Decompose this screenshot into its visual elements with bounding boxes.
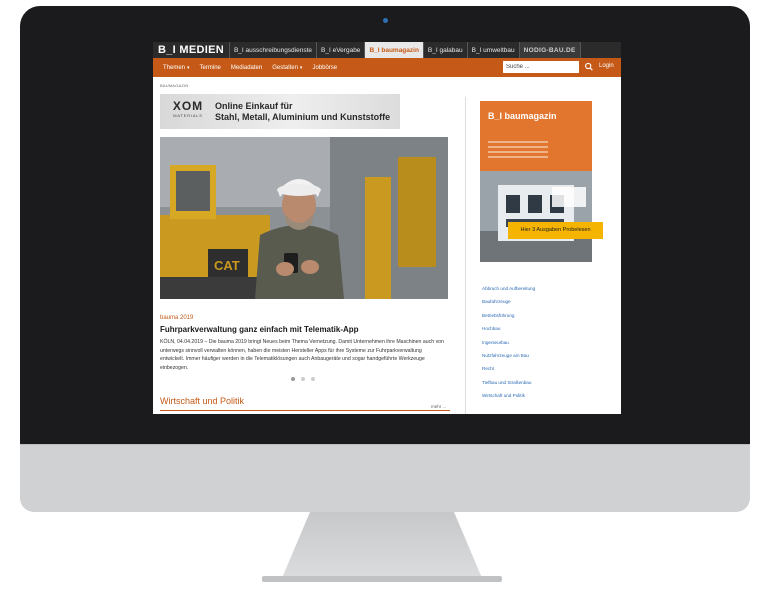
ad-headline-line2: Stahl, Metall, Aluminium und Kunststoffe [215, 112, 391, 122]
xom-logo: XOM MATERIALS [170, 99, 206, 119]
category-link-betriebsfuehrung[interactable]: Betriebsführung [482, 312, 535, 325]
more-link[interactable]: mehr ... [431, 404, 446, 409]
brand-bar: B_I MEDIEN B_I ausschreibungsdienste B_I… [153, 42, 621, 58]
search-input[interactable] [503, 61, 579, 73]
category-list: Abbruch und Aufbereitung Baufahrzeuge Be… [482, 285, 535, 406]
login-link[interactable]: Login [599, 63, 614, 69]
category-link-ingenieurbau[interactable]: Ingenieurbau [482, 339, 535, 352]
nav-item-themen[interactable]: Themen ▾ [153, 65, 195, 71]
trial-issues-button[interactable]: Hier 3 Ausgaben Probelesen [508, 222, 603, 239]
article-kicker[interactable]: bauma 2019 [160, 315, 193, 321]
category-link-recht[interactable]: Recht [482, 365, 535, 378]
ad-headline-line1: Online Einkauf für [215, 101, 293, 111]
nav-item-jobboerse[interactable]: Jobbörse [307, 65, 342, 71]
brand-main-link[interactable]: B_I MEDIEN [153, 42, 230, 58]
nav-item-termine[interactable]: Termine [195, 65, 226, 71]
xom-logo-text: XOM [172, 99, 204, 113]
svg-text:CAT: CAT [214, 258, 240, 273]
nav-item-gestalten[interactable]: Gestalten ▾ [267, 65, 307, 71]
main-navigation: Themen ▾ Termine Mediadaten Gestalten ▾ … [153, 58, 621, 77]
chevron-down-icon: ▾ [187, 64, 190, 71]
monitor-stand [282, 512, 482, 578]
carousel-dot[interactable] [291, 377, 295, 381]
webcam-icon [383, 18, 388, 23]
nav-item-label: Mediadaten [230, 64, 263, 71]
xom-logo-subtext: MATERIALS [173, 113, 203, 118]
nav-item-label: Termine [199, 64, 221, 71]
monitor-stand-base [262, 576, 502, 582]
article-teaser: KÖLN, 04.04.2019 – Die bauma 2019 bringt… [160, 339, 444, 371]
nav-item-label: Themen [163, 64, 186, 71]
category-link-abbruch[interactable]: Abbruch und Aufbereitung [482, 285, 535, 298]
chevron-down-icon: ▾ [299, 64, 303, 71]
column-divider [465, 97, 466, 414]
brand-link-baumagazin[interactable]: B_I baumagazin [365, 42, 424, 58]
nodig-bau-logo[interactable]: NODIG-BAU.DE [519, 42, 581, 58]
magazine-cover-building-image [480, 171, 592, 262]
nav-item-mediadaten[interactable]: Mediadaten [226, 65, 267, 71]
breadcrumb[interactable]: BAUMAGAZIN [160, 83, 188, 88]
magazine-cover-badge [552, 187, 586, 207]
nav-item-label: Jobbörse [312, 64, 338, 71]
article-headline[interactable]: Fuhrparkverwaltung ganz einfach mit Tele… [160, 325, 359, 334]
hero-article-image[interactable]: CAT [160, 137, 448, 299]
website-screen: B_I MEDIEN B_I ausschreibungsdienste B_I… [153, 42, 621, 414]
category-link-tiefbau[interactable]: Tiefbau und Straßenbau [482, 379, 535, 392]
category-link-nutzfahrzeuge[interactable]: Nutzfahrzeuge am Bau [482, 352, 535, 365]
ad-banner[interactable]: XOM MATERIALS Online Einkauf für Stahl, … [160, 94, 400, 129]
magazine-cover-text-block [488, 141, 548, 161]
category-link-wirtschaft[interactable]: Wirtschaft und Politik [482, 392, 535, 405]
brand-link-umweltbau[interactable]: B_I umweltbau [468, 42, 520, 58]
carousel-dot[interactable] [301, 377, 305, 381]
carousel-dot[interactable] [311, 377, 315, 381]
brand-link-galabau[interactable]: B_I galabau [424, 42, 468, 58]
monitor-chin [20, 444, 750, 512]
brand-link-evergabe[interactable]: B_I eVergabe [317, 42, 366, 58]
category-link-baufahrzeuge[interactable]: Baufahrzeuge [482, 298, 535, 311]
magazine-cover-title: B_I baumagazin [488, 111, 557, 121]
search-icon[interactable] [584, 61, 594, 73]
brand-link-ausschreibungsdienste[interactable]: B_I ausschreibungsdienste [230, 42, 318, 58]
section-divider [160, 410, 450, 411]
section-title[interactable]: Wirtschaft und Politik [160, 396, 244, 406]
category-link-hochbau[interactable]: Hochbau [482, 325, 535, 338]
nav-item-label: Gestalten [272, 64, 298, 71]
carousel-pagination [291, 377, 315, 381]
